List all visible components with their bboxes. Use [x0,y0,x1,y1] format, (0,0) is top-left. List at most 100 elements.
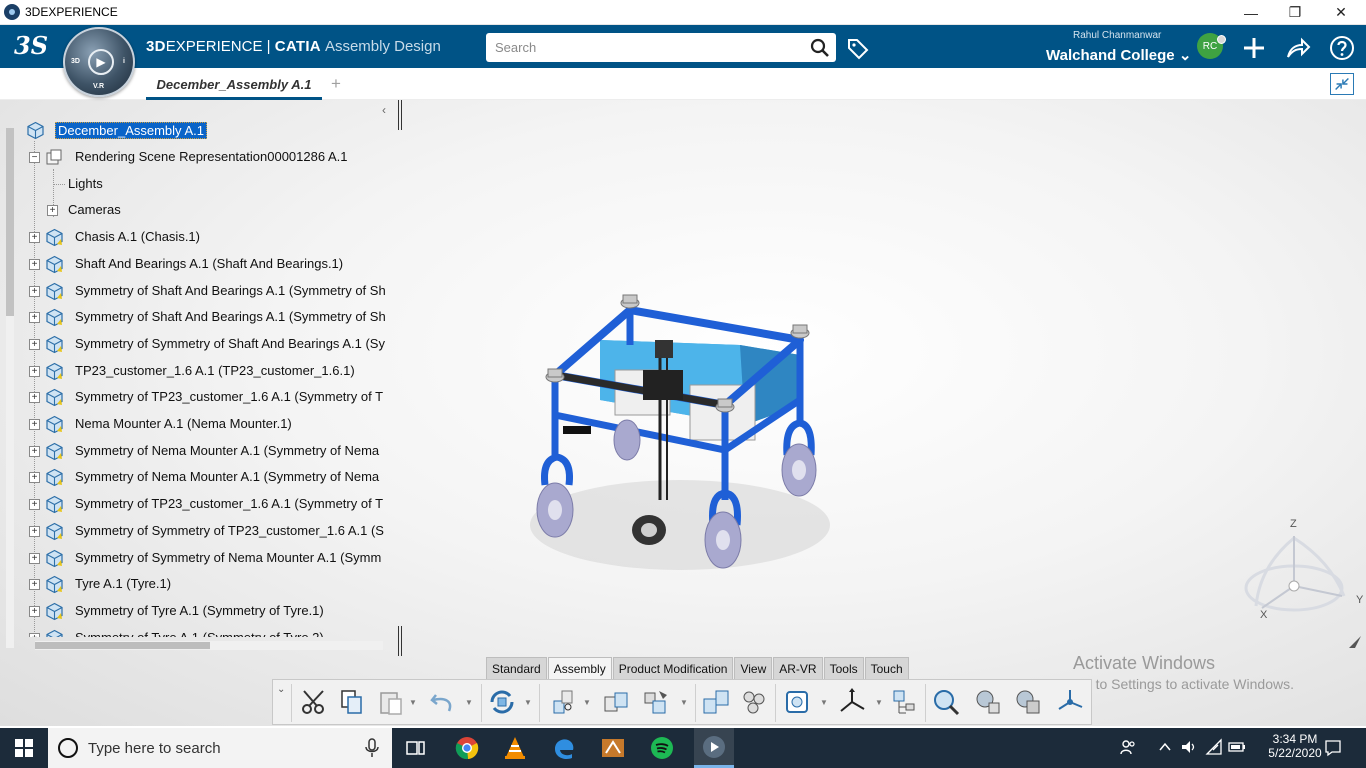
expand-icon[interactable]: + [29,579,40,591]
dropdown-arrow-icon[interactable]: ▼ [409,698,417,707]
add-icon[interactable] [1241,35,1267,61]
task-view-icon[interactable] [400,732,432,764]
tree-collapse-icon[interactable]: ‹ [382,103,386,117]
bom-icon[interactable] [890,687,920,717]
expand-icon[interactable]: + [29,552,40,564]
resize-handle-icon[interactable] [1345,634,1363,654]
action-tab-touch[interactable]: Touch [864,657,909,679]
tree-item[interactable]: + Symmetry of Nema Mounter A.1 (Symmetry … [20,466,398,490]
update-icon[interactable] [487,687,517,717]
snap-icon[interactable] [973,687,1003,717]
spotify-icon[interactable] [646,732,678,764]
expand-icon[interactable]: + [29,365,40,377]
tree-item[interactable]: + Symmetry of Shaft And Bearings A.1 (Sym… [20,280,398,304]
notifications-icon[interactable] [1324,739,1342,757]
tree-item[interactable]: + Symmetry of Tyre A.1 (Symmetry of Tyre.… [20,627,398,637]
dropdown-arrow-icon[interactable]: ▼ [820,698,828,707]
battery-icon[interactable] [1228,738,1246,756]
action-tab-tools[interactable]: Tools [823,657,864,679]
measure-icon[interactable] [931,687,961,717]
dropdown-arrow-icon[interactable]: ▼ [875,698,883,707]
assembly-constraint-icon[interactable] [548,687,578,717]
tree-item[interactable]: Lights [20,173,398,197]
tenant-dropdown[interactable]: Walchand College ⌄ [1046,46,1191,64]
tree-item[interactable]: + Chasis A.1 (Chasis.1) [20,226,398,250]
tree-item[interactable]: + Cameras [20,199,398,223]
expand-icon[interactable]: + [29,419,40,430]
tree-item[interactable]: + Symmetry of Nema Mounter A.1 (Symmetry … [20,440,398,464]
expand-icon[interactable]: + [29,605,40,617]
manipulate-icon[interactable] [1013,687,1043,717]
people-icon[interactable] [1119,738,1137,756]
share-icon[interactable] [1285,35,1311,61]
tab-december-assembly[interactable]: December_Assembly A.1 [146,74,322,100]
cut-icon[interactable] [299,687,329,717]
expand-icon[interactable]: + [29,525,40,537]
scrollbar-thumb[interactable] [6,128,14,316]
tree-item[interactable]: + Symmetry of Symmetry of Shaft And Beari… [20,333,398,357]
compass-move-icon[interactable] [1055,687,1085,717]
microphone-icon[interactable] [364,738,380,758]
close-button[interactable]: ✕ [1318,0,1364,25]
chevron-down-icon[interactable]: ⌄ [277,684,285,695]
restore-button[interactable]: ❐ [1272,0,1318,25]
action-tab-ar-vr[interactable]: AR-VR [773,657,823,679]
explode-icon[interactable] [701,687,731,717]
collapse-icon[interactable]: − [29,152,40,163]
expand-icon[interactable]: + [29,258,40,270]
cut-section-icon[interactable] [783,687,813,717]
3dexperience-taskbar-icon[interactable] [694,728,734,768]
play-icon[interactable]: ▶ [88,49,114,75]
tag-icon[interactable] [846,36,870,60]
dropdown-arrow-icon[interactable]: ▼ [524,698,532,707]
engineering-connection-icon[interactable] [601,687,631,717]
start-button[interactable] [0,728,48,768]
clock[interactable]: 3:34 PM 5/22/2020 [1256,732,1334,760]
dropdown-arrow-icon[interactable]: ▼ [465,698,473,707]
expand-icon[interactable]: + [29,338,40,350]
tree-item[interactable]: + Tyre A.1 (Tyre.1) [20,573,398,597]
chrome-icon[interactable] [451,732,483,764]
scrollbar-thumb[interactable] [35,642,210,649]
expand-icon[interactable]: + [47,205,58,217]
expand-icon[interactable]: + [29,232,40,244]
tree-vertical-scrollbar[interactable] [6,128,14,648]
tree-item[interactable]: + Symmetry of Tyre A.1 (Symmetry of Tyre.… [20,600,398,624]
tree-item[interactable]: + Symmetry of Shaft And Bearings A.1 (Sym… [20,306,398,330]
tree-item[interactable]: + Symmetry of TP23_customer_1.6 A.1 (Symm… [20,386,398,410]
expand-icon[interactable]: + [29,445,40,457]
copy-icon[interactable] [337,687,367,717]
dropdown-arrow-icon[interactable]: ▼ [680,698,688,707]
tree-root[interactable]: December_Assembly A.1 [20,119,398,143]
tree-item[interactable]: + TP23_customer_1.6 A.1 (TP23_customer_1.… [20,360,398,384]
expand-icon[interactable]: + [29,285,40,297]
tree-horizontal-scrollbar[interactable] [35,641,383,650]
action-tab-standard[interactable]: Standard [486,657,547,679]
search-icon[interactable] [810,38,830,58]
expand-icon[interactable]: + [29,472,40,484]
tree-item[interactable]: + Nema Mounter A.1 (Nema Mounter.1) [20,413,398,437]
network-icon[interactable] [1205,738,1223,756]
compass-widget[interactable]: 3D V.R i ▶ [63,27,135,97]
help-icon[interactable] [1329,35,1355,61]
chevron-up-icon[interactable] [1156,738,1174,756]
undo-icon[interactable] [428,687,458,717]
action-tab-product-modification[interactable]: Product Modification [612,657,734,679]
action-tab-view[interactable]: View [734,657,773,679]
tree-item[interactable]: + Symmetry of TP23_customer_1.6 A.1 (Symm… [20,493,398,517]
tree-item[interactable]: + Symmetry of Symmetry of TP23_customer_1… [20,520,398,544]
components-icon[interactable] [739,687,769,717]
vlc-icon[interactable] [499,732,531,764]
action-tab-assembly[interactable]: Assembly [547,657,612,679]
fix-icon[interactable] [641,687,671,717]
minimize-button[interactable]: — [1228,0,1274,25]
volume-icon[interactable] [1180,738,1198,756]
tree-item[interactable]: + Shaft And Bearings A.1 (Shaft And Beari… [20,253,398,277]
robot-cart-model[interactable] [515,285,845,585]
tree-splitter-bottom[interactable] [398,626,402,656]
add-tab-button[interactable]: + [331,74,341,94]
paste-icon[interactable] [376,687,406,717]
catia-v5-icon[interactable] [597,732,629,764]
dropdown-arrow-icon[interactable]: ▼ [583,698,591,707]
search-input[interactable] [486,33,802,62]
